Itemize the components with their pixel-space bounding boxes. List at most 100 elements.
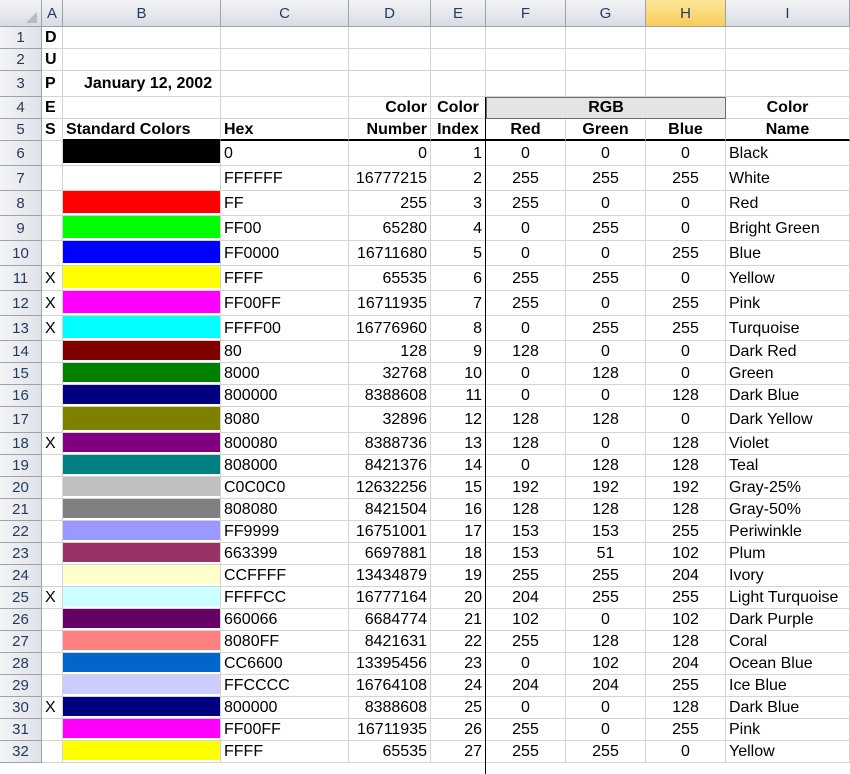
- cell-e30[interactable]: 25: [431, 697, 486, 719]
- cell-e23[interactable]: 18: [431, 543, 486, 565]
- cell-a5[interactable]: S: [42, 119, 63, 141]
- cell-a32[interactable]: [42, 741, 63, 763]
- cell-c19[interactable]: 808000: [221, 455, 349, 477]
- row-header-30[interactable]: 30: [0, 697, 42, 719]
- cell-f27[interactable]: 255: [486, 631, 566, 653]
- cell-i27[interactable]: Coral: [726, 631, 850, 653]
- row-header-32[interactable]: 32: [0, 741, 42, 763]
- cell-i24[interactable]: Ivory: [726, 565, 850, 587]
- cell-b7[interactable]: [63, 166, 221, 191]
- cell-h15[interactable]: 0: [646, 363, 726, 385]
- cell-b29[interactable]: [63, 675, 221, 697]
- cell-c13[interactable]: FFFF00: [221, 316, 349, 341]
- cell-b17[interactable]: [63, 407, 221, 433]
- cell-g9[interactable]: 255: [566, 216, 646, 241]
- cell-g23[interactable]: 51: [566, 543, 646, 565]
- cell-h9[interactable]: 0: [646, 216, 726, 241]
- cell-e11[interactable]: 6: [431, 266, 486, 291]
- column-header-a[interactable]: A: [42, 0, 63, 27]
- cell-i1[interactable]: [726, 27, 850, 49]
- cell-d1[interactable]: [349, 27, 431, 49]
- cell-a16[interactable]: [42, 385, 63, 407]
- cell-c14[interactable]: 80: [221, 341, 349, 363]
- cell-g11[interactable]: 255: [566, 266, 646, 291]
- cell-h10[interactable]: 255: [646, 241, 726, 266]
- cell-a14[interactable]: [42, 341, 63, 363]
- cell-f8[interactable]: 255: [486, 191, 566, 216]
- cell-g12[interactable]: 0: [566, 291, 646, 316]
- cell-a22[interactable]: [42, 521, 63, 543]
- cell-c17[interactable]: 8080: [221, 407, 349, 433]
- cell-i11[interactable]: Yellow: [726, 266, 850, 291]
- cell-f7[interactable]: 255: [486, 166, 566, 191]
- row-header-4[interactable]: 4: [0, 97, 42, 119]
- cell-h29[interactable]: 255: [646, 675, 726, 697]
- cell-b3[interactable]: January 12, 2002: [63, 71, 221, 97]
- cell-e19[interactable]: 14: [431, 455, 486, 477]
- cell-b9[interactable]: [63, 216, 221, 241]
- cell-e28[interactable]: 23: [431, 653, 486, 675]
- cell-g10[interactable]: 0: [566, 241, 646, 266]
- cell-a15[interactable]: [42, 363, 63, 385]
- cell-e18[interactable]: 13: [431, 433, 486, 455]
- cell-e1[interactable]: [431, 27, 486, 49]
- cell-f31[interactable]: 255: [486, 719, 566, 741]
- cell-d30[interactable]: 8388608: [349, 697, 431, 719]
- cell-d32[interactable]: 65535: [349, 741, 431, 763]
- cell-c29[interactable]: FFCCCC: [221, 675, 349, 697]
- cell-e15[interactable]: 10: [431, 363, 486, 385]
- cell-f32[interactable]: 255: [486, 741, 566, 763]
- cell-g15[interactable]: 128: [566, 363, 646, 385]
- row-header-25[interactable]: 25: [0, 587, 42, 609]
- cell-b32[interactable]: [63, 741, 221, 763]
- cell-h19[interactable]: 128: [646, 455, 726, 477]
- cell-i3[interactable]: [726, 71, 850, 97]
- cell-f29[interactable]: 204: [486, 675, 566, 697]
- column-header-c[interactable]: C: [221, 0, 349, 27]
- cell-a1[interactable]: D: [42, 27, 63, 49]
- cell-i29[interactable]: Ice Blue: [726, 675, 850, 697]
- cell-h8[interactable]: 0: [646, 191, 726, 216]
- cell-h22[interactable]: 255: [646, 521, 726, 543]
- cell-e13[interactable]: 8: [431, 316, 486, 341]
- cell-a10[interactable]: [42, 241, 63, 266]
- cell-c12[interactable]: FF00FF: [221, 291, 349, 316]
- cell-g25[interactable]: 255: [566, 587, 646, 609]
- cell-a13[interactable]: X: [42, 316, 63, 341]
- cell-b10[interactable]: [63, 241, 221, 266]
- cell-b27[interactable]: [63, 631, 221, 653]
- cell-h18[interactable]: 128: [646, 433, 726, 455]
- cell-b12[interactable]: [63, 291, 221, 316]
- cell-i14[interactable]: Dark Red: [726, 341, 850, 363]
- cell-f9[interactable]: 0: [486, 216, 566, 241]
- cell-g26[interactable]: 0: [566, 609, 646, 631]
- cell-b4[interactable]: [63, 97, 221, 119]
- cell-h28[interactable]: 204: [646, 653, 726, 675]
- cell-i30[interactable]: Dark Blue: [726, 697, 850, 719]
- cell-a25[interactable]: X: [42, 587, 63, 609]
- cell-c1[interactable]: [221, 27, 349, 49]
- cell-i32[interactable]: Yellow: [726, 741, 850, 763]
- cell-b15[interactable]: [63, 363, 221, 385]
- cell-i23[interactable]: Plum: [726, 543, 850, 565]
- cell-b18[interactable]: [63, 433, 221, 455]
- cell-i25[interactable]: Light Turquoise: [726, 587, 850, 609]
- cell-i13[interactable]: Turquoise: [726, 316, 850, 341]
- cell-b31[interactable]: [63, 719, 221, 741]
- cell-e3[interactable]: [431, 71, 486, 97]
- cell-d7[interactable]: 16777215: [349, 166, 431, 191]
- cell-a24[interactable]: [42, 565, 63, 587]
- cell-c30[interactable]: 800000: [221, 697, 349, 719]
- cell-c6[interactable]: 0: [221, 141, 349, 166]
- cell-f28[interactable]: 0: [486, 653, 566, 675]
- row-header-9[interactable]: 9: [0, 216, 42, 241]
- cell-h5[interactable]: Blue: [646, 119, 726, 141]
- row-header-22[interactable]: 22: [0, 521, 42, 543]
- row-header-14[interactable]: 14: [0, 341, 42, 363]
- cell-e14[interactable]: 9: [431, 341, 486, 363]
- cell-g16[interactable]: 0: [566, 385, 646, 407]
- cell-d12[interactable]: 16711935: [349, 291, 431, 316]
- cell-a31[interactable]: [42, 719, 63, 741]
- cell-f13[interactable]: 0: [486, 316, 566, 341]
- column-header-b[interactable]: B: [63, 0, 221, 27]
